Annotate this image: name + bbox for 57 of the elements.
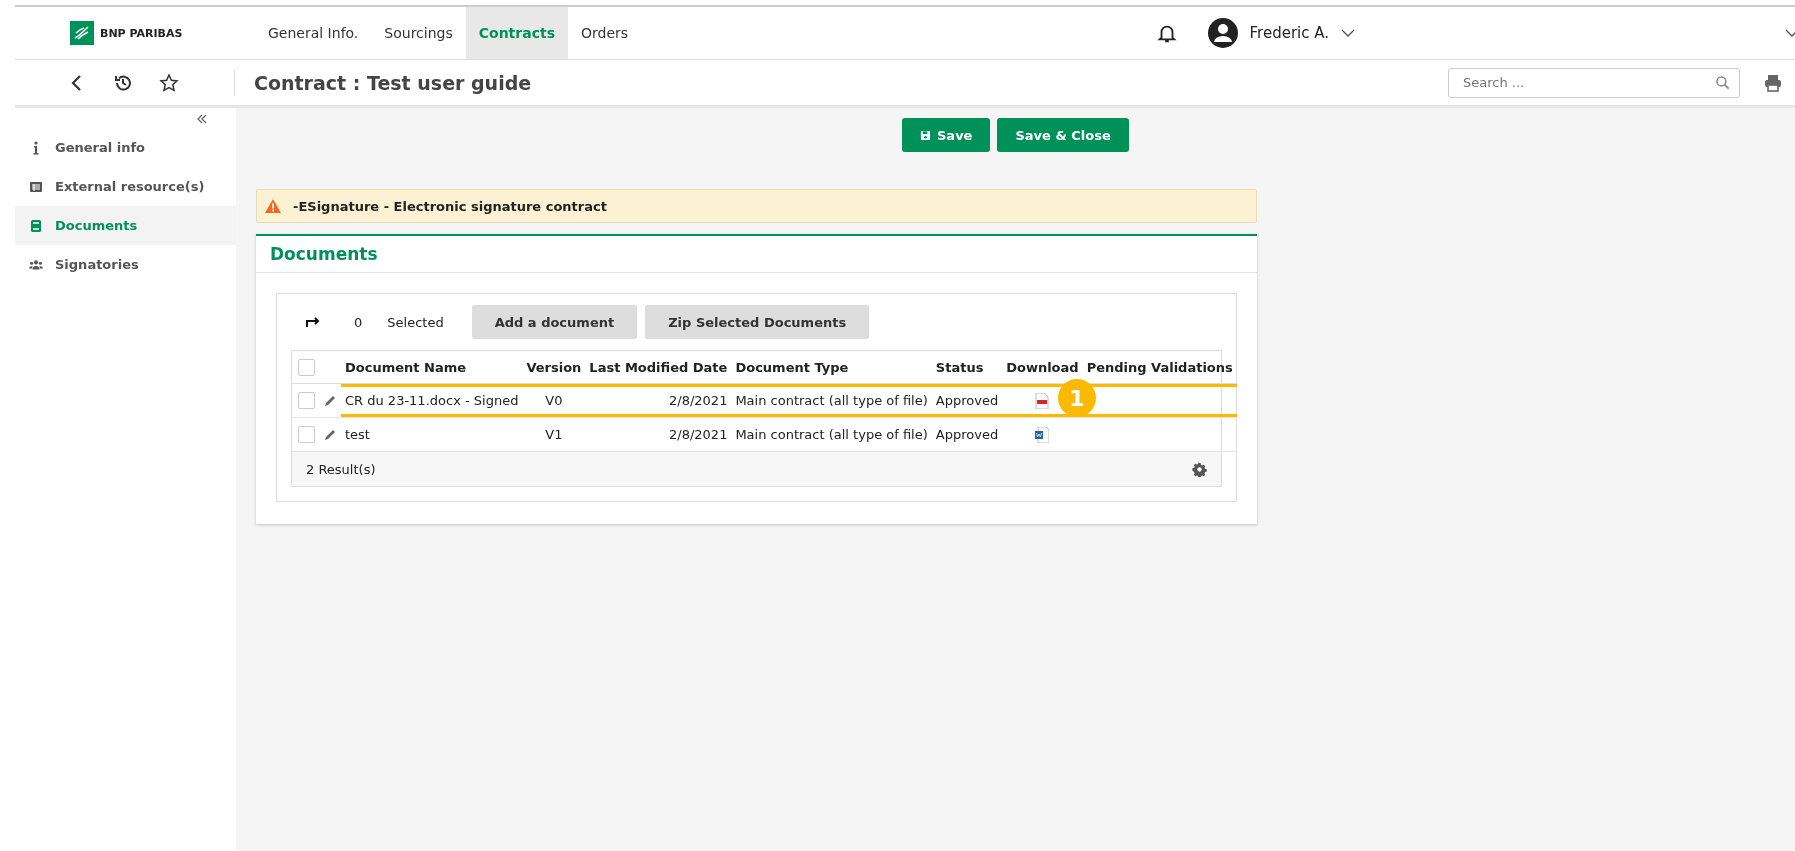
logo-icon [70, 21, 94, 45]
column-header: Status [931, 351, 1003, 384]
sidebar-item[interactable]: Signatories [15, 245, 236, 284]
table-cell: V1 [522, 417, 586, 452]
user-name[interactable]: Frederic A. [1249, 24, 1329, 42]
nav-tab[interactable]: Sourcings [371, 7, 466, 59]
selected-label: Selected [387, 314, 444, 330]
settings-icon[interactable] [1192, 461, 1207, 477]
table-cell: Approved [931, 383, 1003, 418]
search-icon[interactable] [1715, 74, 1731, 91]
sidebar-item[interactable]: Documents [15, 206, 236, 245]
result-count: 2 Result(s) [306, 461, 376, 477]
search-field[interactable]: Search ... [1448, 67, 1740, 98]
star-icon[interactable] [159, 72, 179, 93]
sidebar-item[interactable]: External resource(s) [15, 167, 236, 206]
table-cell: Approved [931, 417, 1003, 452]
avatar-icon[interactable] [1207, 18, 1238, 48]
save-button[interactable]: Save & Close [997, 118, 1129, 152]
table-cell: test [341, 417, 523, 452]
floppy-icon [920, 129, 931, 141]
collapse-icon[interactable] [196, 114, 208, 124]
chevron-down-icon[interactable] [1341, 29, 1355, 37]
callout-badge: 1 [1058, 379, 1096, 417]
nav-tab[interactable]: General Info. [255, 7, 372, 59]
toolbar-button[interactable]: Add a document [471, 305, 638, 339]
toolbar-button[interactable]: Zip Selected Documents [645, 305, 870, 339]
table-cell: V0 [522, 383, 586, 418]
pencil-icon[interactable] [323, 394, 337, 409]
column-header: Document Type [731, 351, 932, 384]
row-checkbox[interactable] [298, 426, 315, 443]
list-icon [29, 179, 43, 194]
save-button[interactable]: Save [902, 118, 991, 152]
table-cell: 2/8/2021 [585, 383, 732, 418]
chevron-down-icon[interactable] [1785, 29, 1795, 37]
table-cell: 2/8/2021 [585, 417, 732, 452]
book-icon [29, 218, 43, 233]
table-cell: CR du 23-11.docx - Signed [341, 383, 523, 418]
word-file-icon[interactable] [1035, 426, 1050, 443]
page-title: Contract : Test user guide [254, 71, 532, 94]
sidebar-item[interactable]: General info [15, 128, 236, 167]
row-checkbox[interactable] [298, 392, 315, 409]
table-cell: Main contract (all type of file) [731, 383, 932, 418]
table-cell: Main contract (all type of file) [731, 417, 932, 452]
share-arrow-icon[interactable] [306, 316, 322, 328]
selected-count: 0 [354, 314, 363, 330]
select-all-checkbox[interactable] [298, 358, 315, 376]
column-header: Last Modified Date [585, 351, 732, 384]
alert-text: -ESignature - Electronic signature contract [293, 198, 607, 214]
pdf-file-icon[interactable] [1035, 392, 1050, 409]
brand-name: BNP PARIBAS [100, 26, 183, 40]
section-title: Documents [256, 236, 1257, 273]
nav-tab[interactable]: Orders [568, 7, 642, 59]
pencil-icon[interactable] [323, 428, 337, 443]
column-header: Version [522, 351, 586, 384]
column-header: Document Name [341, 351, 523, 384]
print-icon[interactable] [1763, 72, 1783, 93]
warning-icon [265, 199, 281, 213]
